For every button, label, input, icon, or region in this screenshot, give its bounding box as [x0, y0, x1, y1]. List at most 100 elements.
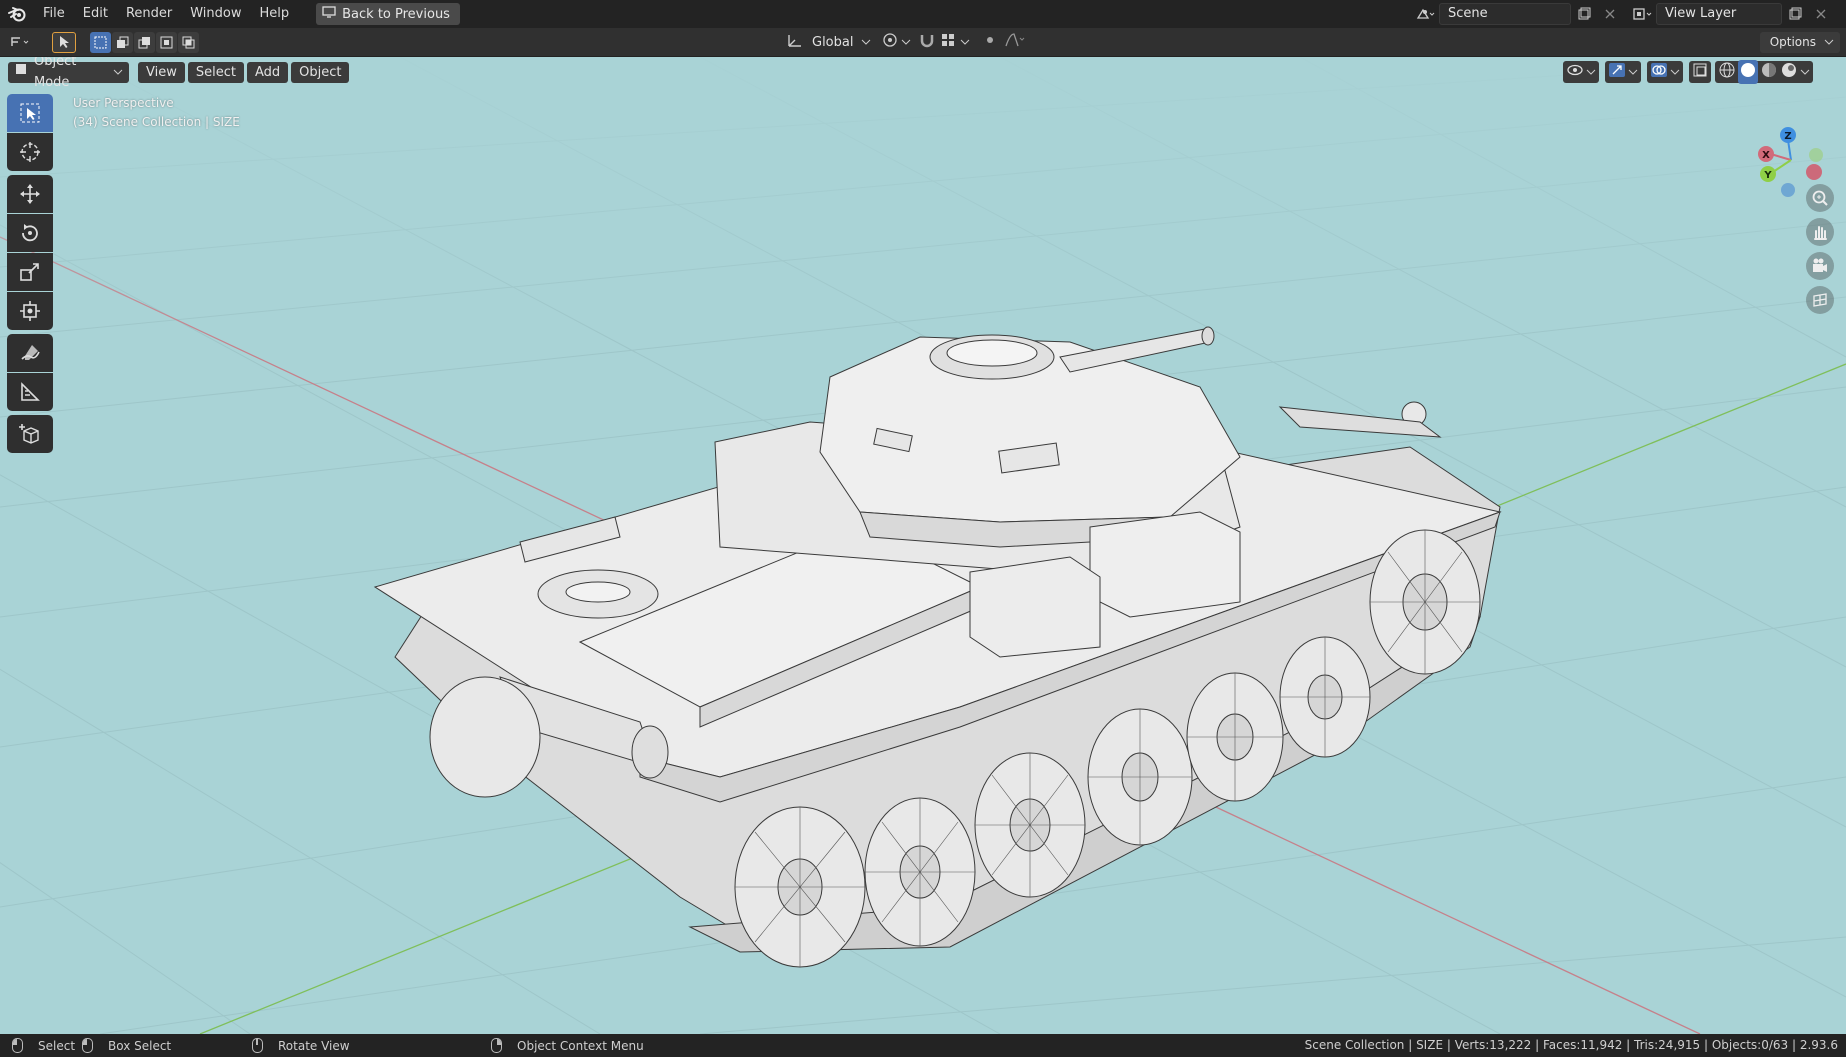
gizmo-icon — [1608, 62, 1626, 82]
menu-file[interactable]: File — [34, 0, 74, 28]
select-extend-icon[interactable] — [112, 31, 133, 53]
3d-viewport[interactable]: Object Mode View Select Add Object User … — [0, 57, 1846, 1034]
options-dropdown[interactable]: Options — [1759, 31, 1840, 53]
editor-type-icon[interactable] — [0, 35, 44, 49]
menu-view[interactable]: View — [138, 61, 185, 83]
visibility-dropdown[interactable] — [1563, 61, 1599, 83]
delete-view-layer-icon[interactable] — [1808, 3, 1834, 25]
menu-edit[interactable]: Edit — [74, 0, 117, 28]
selection-mode-group — [90, 31, 199, 53]
camera-view-icon[interactable] — [1806, 252, 1834, 280]
wireframe-shading-icon[interactable] — [1718, 61, 1736, 83]
gizmo-neg-y-icon[interactable] — [1809, 148, 1823, 162]
chevron-down-icon[interactable] — [1800, 65, 1810, 80]
top-menu-bar: File Edit Render Window Help Back to Pre… — [0, 0, 1846, 28]
status-select-hint: Select — [12, 1038, 75, 1053]
material-shading-icon[interactable] — [1760, 61, 1778, 83]
zoom-view-icon[interactable] — [1806, 184, 1834, 212]
viewport-display-controls — [1563, 60, 1813, 84]
orientation-label: Global — [812, 34, 854, 50]
menu-help[interactable]: Help — [251, 0, 299, 28]
tool-select-icon[interactable] — [52, 31, 76, 53]
chevron-down-icon — [901, 35, 911, 50]
view-layer-name-field[interactable]: View Layer — [1656, 3, 1782, 25]
select-new-icon[interactable] — [90, 31, 111, 53]
left-toolbar — [7, 94, 55, 454]
menu-add[interactable]: Add — [246, 61, 289, 83]
viewport-grid — [0, 57, 1846, 1034]
tool-select-box-icon[interactable] — [7, 94, 53, 132]
chevron-down-icon — [861, 35, 871, 50]
status-box-select-label: Box Select — [108, 1038, 172, 1053]
gizmo-x-label: X — [1762, 150, 1770, 161]
new-scene-icon[interactable] — [1571, 3, 1597, 25]
status-context-menu-hint: Object Context Menu — [491, 1038, 644, 1053]
transform-orientation-dropdown[interactable]: Global — [786, 32, 871, 52]
chevron-down-icon — [1670, 65, 1680, 80]
scene-selector: Scene — [1413, 3, 1623, 25]
snapping-group — [918, 32, 970, 52]
tool-measure-icon[interactable] — [7, 373, 53, 411]
chevron-down-icon — [1586, 65, 1596, 80]
select-intersect-icon[interactable] — [178, 31, 199, 53]
chevron-down-icon — [113, 62, 123, 83]
tool-transform-icon[interactable] — [7, 292, 53, 330]
status-context-menu-label: Object Context Menu — [517, 1038, 644, 1053]
scene-name-field[interactable]: Scene — [1439, 3, 1571, 25]
solid-shading-icon[interactable] — [1738, 60, 1758, 84]
menu-render[interactable]: Render — [117, 0, 181, 28]
back-to-previous-label: Back to Previous — [342, 6, 450, 22]
proportional-edit-icon[interactable] — [982, 32, 998, 52]
back-to-previous-button[interactable]: Back to Previous — [316, 3, 460, 25]
delete-scene-icon[interactable] — [1597, 3, 1623, 25]
tool-move-icon[interactable] — [7, 175, 53, 213]
overlays-icon — [1650, 62, 1668, 82]
object-mode-label: Object Mode — [34, 57, 77, 90]
snap-increment-icon[interactable] — [940, 32, 956, 52]
pan-view-icon[interactable] — [1806, 218, 1834, 246]
tool-scale-icon[interactable] — [7, 253, 53, 291]
tool-rotate-icon[interactable] — [7, 214, 53, 252]
viewport-header: Object Mode View Select Add Object — [8, 57, 350, 90]
gizmo-z-label: Z — [1784, 131, 1791, 142]
falloff-curve-icon[interactable] — [1004, 32, 1028, 52]
chevron-down-icon — [1824, 35, 1834, 50]
tool-annotate-icon[interactable] — [7, 334, 53, 372]
select-subtract-icon[interactable] — [134, 31, 155, 53]
object-mode-dropdown[interactable]: Object Mode — [8, 57, 129, 90]
status-rotate-view-label: Rotate View — [278, 1038, 350, 1053]
gizmo-neg-z-icon[interactable] — [1781, 183, 1795, 197]
scene-type-icon[interactable] — [1413, 3, 1439, 25]
tool-cursor-icon[interactable] — [7, 133, 53, 171]
overlays-toggle[interactable] — [1647, 61, 1683, 83]
select-invert-icon[interactable] — [156, 31, 177, 53]
menu-select[interactable]: Select — [187, 61, 244, 83]
status-box-select-hint: Box Select — [82, 1038, 171, 1053]
new-view-layer-icon[interactable] — [1782, 3, 1808, 25]
rendered-shading-icon[interactable] — [1780, 61, 1798, 83]
chevron-down-icon[interactable] — [960, 35, 970, 50]
view-layer-selector: View Layer — [1630, 3, 1834, 25]
ortho-grid-icon[interactable] — [1806, 286, 1834, 314]
blender-logo-icon[interactable] — [0, 0, 34, 28]
mouse-middle-icon — [252, 1038, 263, 1053]
proportional-edit-group — [982, 32, 1028, 52]
menu-object[interactable]: Object — [291, 61, 350, 83]
gizmo-neg-x-icon[interactable] — [1806, 164, 1822, 180]
tool-settings-bar: Global Options — [0, 28, 1846, 57]
view-layer-icon[interactable] — [1630, 3, 1656, 25]
orientation-axes-icon — [786, 32, 804, 52]
shading-mode-group — [1715, 60, 1813, 84]
mouse-right-icon — [491, 1038, 502, 1053]
pivot-point-dropdown[interactable] — [881, 32, 911, 52]
scene-collection-label: (34) Scene Collection | SIZE — [73, 115, 240, 129]
back-screen-icon — [322, 6, 336, 22]
tool-add-cube-icon[interactable] — [7, 415, 53, 453]
snap-magnet-icon[interactable] — [918, 32, 936, 52]
xray-icon — [1692, 62, 1708, 82]
menu-window[interactable]: Window — [181, 0, 250, 28]
xray-toggle[interactable] — [1689, 61, 1711, 83]
gizmo-y-label: Y — [1763, 170, 1772, 181]
mouse-left-drag-icon — [82, 1038, 93, 1053]
gizmo-toggle[interactable] — [1605, 61, 1641, 83]
